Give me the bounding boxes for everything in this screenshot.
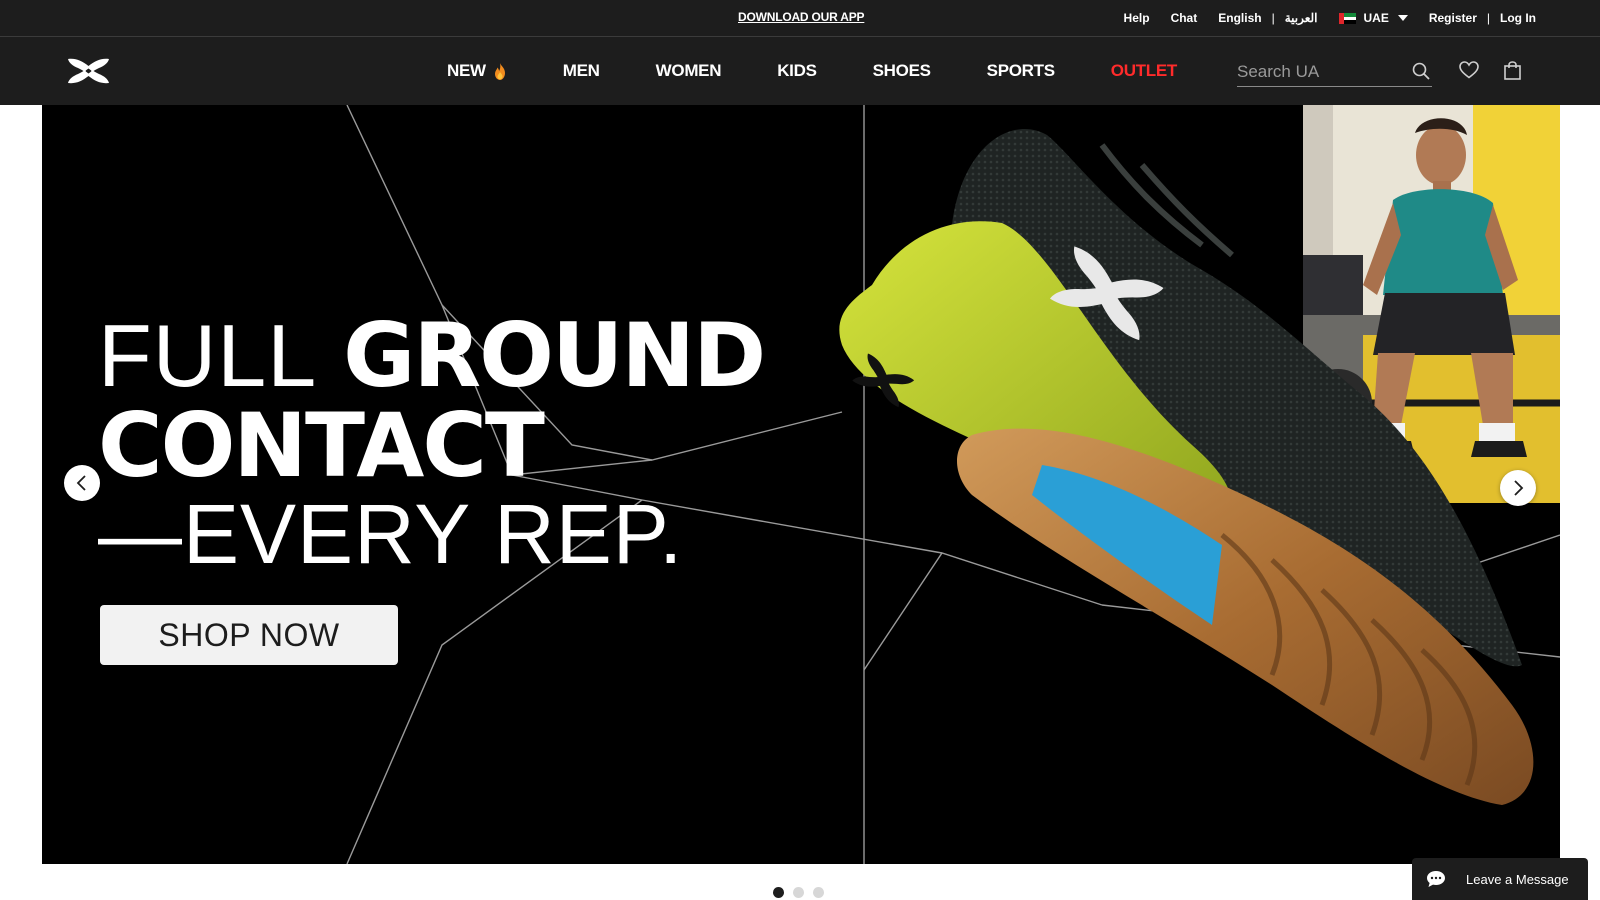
carousel-dot-3[interactable] — [813, 887, 824, 898]
utility-bar: DOWNLOAD OUR APP Help Chat English | الع… — [0, 0, 1600, 37]
nav-new[interactable]: NEW — [447, 61, 507, 81]
download-app-link[interactable]: DOWNLOAD OUR APP — [738, 10, 865, 24]
leave-message-widget[interactable]: Leave a Message — [1412, 858, 1588, 900]
register-link[interactable]: Register — [1429, 11, 1477, 25]
under-armour-logo[interactable] — [66, 57, 111, 85]
hero-shoe-image — [839, 129, 1534, 805]
chevron-down-icon — [1397, 15, 1408, 21]
carousel-prev-button[interactable] — [64, 465, 100, 501]
separator: | — [1271, 11, 1275, 25]
uae-flag-icon — [1338, 12, 1356, 24]
nav-kids[interactable]: KIDS — [777, 61, 817, 81]
search-icon[interactable] — [1412, 62, 1430, 80]
main-nav: NEW MEN WOMEN KIDS SHOES SPORTS OUTLET — [447, 37, 1177, 105]
login-link[interactable]: Log In — [1500, 11, 1536, 25]
search-input[interactable] — [1237, 59, 1402, 85]
nav-women[interactable]: WOMEN — [656, 61, 722, 81]
flame-icon — [494, 62, 505, 80]
shop-now-button[interactable]: SHOP NOW — [100, 605, 398, 665]
nav-new-label: NEW — [447, 61, 486, 80]
nav-sports[interactable]: SPORTS — [987, 61, 1055, 81]
hero-banner[interactable]: FULL GROUND CONTACT —EVERY REP. SHOP NOW — [42, 105, 1560, 864]
chevron-right-icon — [1514, 480, 1524, 496]
chevron-left-icon — [76, 475, 86, 491]
leave-message-label: Leave a Message — [1466, 871, 1569, 887]
utility-links: Help Chat English | العربية UAE Register… — [1103, 9, 1536, 27]
headline-line-3: —EVERY REP. — [98, 487, 684, 581]
headline-thin-word: FULL — [98, 306, 318, 405]
country-selector[interactable]: UAE — [1338, 11, 1408, 25]
language-arabic-link[interactable]: العربية — [1285, 11, 1318, 25]
carousel-dot-1[interactable] — [773, 887, 784, 898]
chat-bubble-icon — [1427, 871, 1445, 887]
help-link[interactable]: Help — [1124, 11, 1150, 25]
headline-line-1: FULL GROUND — [98, 312, 766, 402]
hero-headline: FULL GROUND CONTACT —EVERY REP. — [98, 312, 766, 582]
country-label: UAE — [1363, 11, 1389, 25]
bag-icon[interactable] — [1504, 61, 1521, 80]
chat-link[interactable]: Chat — [1171, 11, 1198, 25]
nav-shoes[interactable]: SHOES — [873, 61, 931, 81]
nav-men[interactable]: MEN — [563, 61, 600, 81]
language-english-link[interactable]: English — [1218, 11, 1261, 25]
search-box — [1237, 59, 1432, 87]
nav-outlet[interactable]: OUTLET — [1111, 61, 1178, 81]
heart-icon[interactable] — [1459, 61, 1479, 79]
headline-line-2: CONTACT — [98, 394, 545, 497]
separator: | — [1486, 11, 1490, 25]
carousel-dot-2[interactable] — [793, 887, 804, 898]
carousel-next-button[interactable] — [1500, 470, 1536, 506]
carousel-dots — [773, 887, 824, 898]
main-header: NEW MEN WOMEN KIDS SHOES SPORTS OUTLET — [0, 37, 1600, 105]
headline-bold-word: GROUND — [343, 304, 766, 407]
